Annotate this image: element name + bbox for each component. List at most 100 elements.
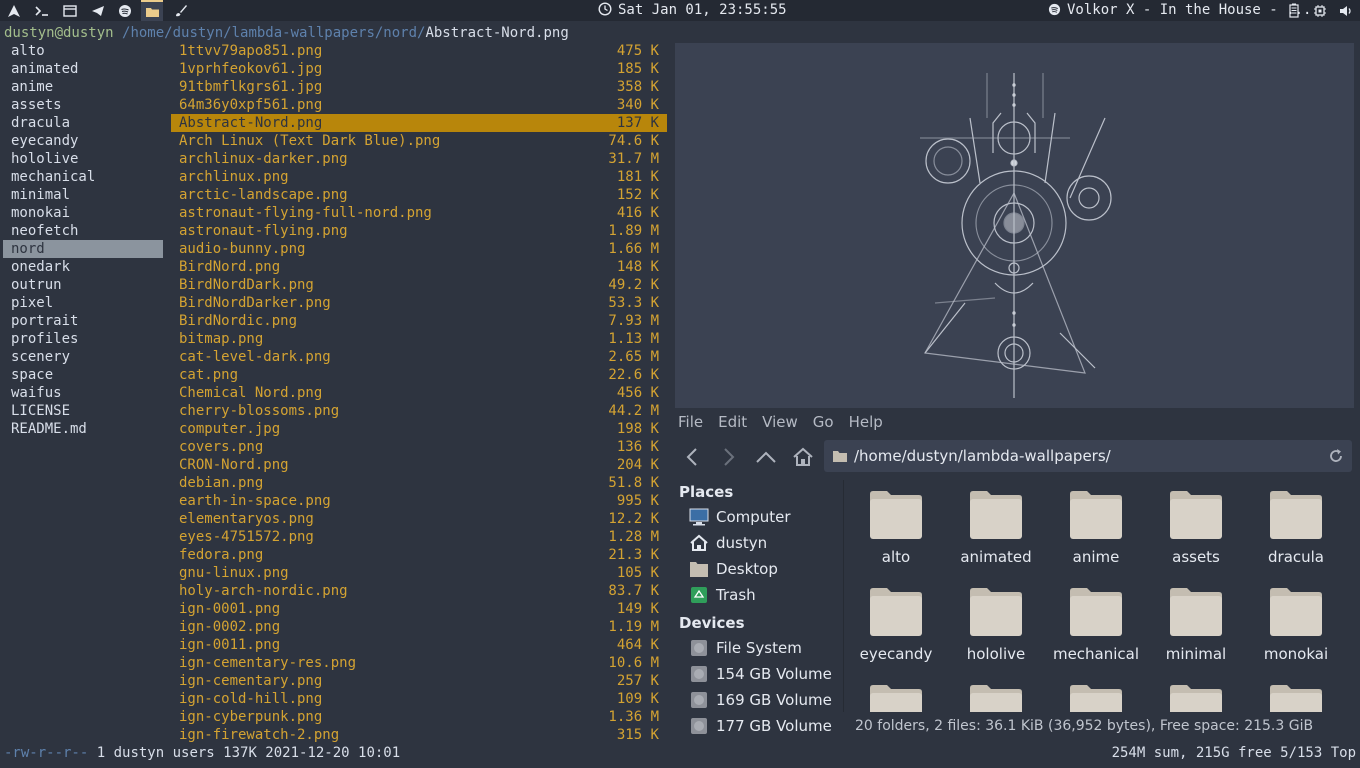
directory-item[interactable]: space <box>3 366 163 384</box>
spotify-icon[interactable] <box>114 0 136 21</box>
menu-edit[interactable]: Edit <box>718 413 747 431</box>
file-row[interactable]: Abstract-Nord.png 137 K <box>171 114 667 132</box>
volume-icon[interactable] <box>1335 0 1357 21</box>
directory-item[interactable]: scenery <box>3 348 163 366</box>
directory-item[interactable]: README.md <box>3 420 163 438</box>
file-row[interactable]: debian.png 51.8 K <box>171 474 667 492</box>
file-row[interactable]: ign-cyberpunk.png 1.36 M <box>171 708 667 726</box>
directory-item[interactable]: portrait <box>3 312 163 330</box>
forward-button[interactable] <box>716 444 742 470</box>
folder-item[interactable]: animated <box>946 490 1046 566</box>
home-button[interactable] <box>790 444 816 470</box>
directory-item[interactable]: minimal <box>3 186 163 204</box>
folder-item[interactable]: eyecandy <box>846 587 946 663</box>
file-row[interactable]: astronaut-flying.png 1.89 M <box>171 222 667 240</box>
folder-item[interactable] <box>1246 684 1346 712</box>
file-row[interactable]: holy-arch-nordic.png 83.7 K <box>171 582 667 600</box>
file-row[interactable]: BirdNordDark.png 49.2 K <box>171 276 667 294</box>
file-row[interactable]: audio-bunny.png 1.66 M <box>171 240 667 258</box>
file-row[interactable]: fedora.png 21.3 K <box>171 546 667 564</box>
directory-item[interactable]: waifus <box>3 384 163 402</box>
now-playing[interactable]: Volkor X - In the House - ... <box>1048 0 1311 21</box>
file-row[interactable]: ign-0002.png 1.19 M <box>171 618 667 636</box>
back-button[interactable] <box>679 444 705 470</box>
directory-item[interactable]: pixel <box>3 294 163 312</box>
directory-item[interactable]: eyecandy <box>3 132 163 150</box>
menu-file[interactable]: File <box>678 413 703 431</box>
file-row[interactable]: cherry-blossoms.png 44.2 M <box>171 402 667 420</box>
file-row[interactable]: 91tbmflkgrs61.jpg 358 K <box>171 78 667 96</box>
directory-item[interactable]: anime <box>3 78 163 96</box>
folder-item[interactable] <box>1146 684 1246 712</box>
directory-item[interactable]: dracula <box>3 114 163 132</box>
directory-item[interactable]: hololive <box>3 150 163 168</box>
file-row[interactable]: 1vprhfeokov61.jpg 185 K <box>171 60 667 78</box>
side-item-154-gb-volume[interactable]: 154 GB Volume <box>671 661 840 687</box>
side-item-trash[interactable]: Trash <box>671 582 840 608</box>
side-item-177-gb-volume[interactable]: 177 GB Volume <box>671 713 840 739</box>
file-row[interactable]: arctic-landscape.png 152 K <box>171 186 667 204</box>
file-row[interactable]: earth-in-space.png 995 K <box>171 492 667 510</box>
folder-item[interactable]: anime <box>1046 490 1146 566</box>
file-row[interactable]: ign-cold-hill.png 109 K <box>171 690 667 708</box>
arch-icon[interactable] <box>3 0 25 21</box>
menu-go[interactable]: Go <box>813 413 834 431</box>
directory-item[interactable]: onedark <box>3 258 163 276</box>
folder-item[interactable]: monokai <box>1246 587 1346 663</box>
file-row[interactable]: computer.jpg 198 K <box>171 420 667 438</box>
folder-icon[interactable] <box>141 0 163 21</box>
file-row[interactable]: ign-cementary.png 257 K <box>171 672 667 690</box>
folder-item[interactable]: mechanical <box>1046 587 1146 663</box>
directory-item[interactable]: profiles <box>3 330 163 348</box>
directory-item[interactable]: animated <box>3 60 163 78</box>
file-row[interactable]: BirdNordDarker.png 53.3 K <box>171 294 667 312</box>
side-item-file-system[interactable]: File System <box>671 635 840 661</box>
file-row[interactable]: bitmap.png 1.13 M <box>171 330 667 348</box>
side-item-computer[interactable]: Computer <box>671 504 840 530</box>
file-row[interactable]: Chemical Nord.png 456 K <box>171 384 667 402</box>
file-row[interactable]: astronaut-flying-full-nord.png 416 K <box>171 204 667 222</box>
file-row[interactable]: archlinux-darker.png 31.7 M <box>171 150 667 168</box>
menu-view[interactable]: View <box>762 413 798 431</box>
directory-item[interactable]: assets <box>3 96 163 114</box>
file-row[interactable]: ign-firewatch-2.png 315 K <box>171 726 667 744</box>
file-row[interactable]: Arch Linux (Text Dark Blue).png 74.6 K <box>171 132 667 150</box>
file-row[interactable]: ign-0011.png 464 K <box>171 636 667 654</box>
side-item-169-gb-volume[interactable]: 169 GB Volume <box>671 687 840 713</box>
file-row[interactable]: gnu-linux.png 105 K <box>171 564 667 582</box>
directory-item[interactable]: mechanical <box>3 168 163 186</box>
file-row[interactable]: elementaryos.png 12.2 K <box>171 510 667 528</box>
file-row[interactable]: covers.png 136 K <box>171 438 667 456</box>
telegram-icon[interactable] <box>87 0 109 21</box>
directory-item[interactable]: alto <box>3 42 163 60</box>
folder-item[interactable] <box>946 684 1046 712</box>
file-row[interactable]: cat.png 22.6 K <box>171 366 667 384</box>
folder-item[interactable]: hololive <box>946 587 1046 663</box>
file-row[interactable]: 1ttvv79apo851.png 475 K <box>171 42 667 60</box>
folder-item[interactable]: dracula <box>1246 490 1346 566</box>
directory-item[interactable]: neofetch <box>3 222 163 240</box>
side-item-dustyn[interactable]: dustyn <box>671 530 840 556</box>
file-row[interactable]: 64m36y0xpf561.png 340 K <box>171 96 667 114</box>
brush-icon[interactable] <box>170 0 192 21</box>
menu-help[interactable]: Help <box>849 413 883 431</box>
up-button[interactable] <box>753 444 779 470</box>
side-item-desktop[interactable]: Desktop <box>671 556 840 582</box>
folder-item[interactable] <box>846 684 946 712</box>
file-row[interactable]: archlinux.png 181 K <box>171 168 667 186</box>
folder-item[interactable]: minimal <box>1146 587 1246 663</box>
directory-item[interactable]: outrun <box>3 276 163 294</box>
file-row[interactable]: ign-cementary-res.png 10.6 M <box>171 654 667 672</box>
file-row[interactable]: cat-level-dark.png 2.65 M <box>171 348 667 366</box>
folder-item[interactable]: alto <box>846 490 946 566</box>
folder-item[interactable]: assets <box>1146 490 1246 566</box>
file-row[interactable]: CRON-Nord.png 204 K <box>171 456 667 474</box>
address-bar[interactable]: /home/dustyn/lambda-wallpapers/ <box>824 440 1352 472</box>
window-icon[interactable] <box>59 0 81 21</box>
directory-item[interactable]: nord <box>3 240 163 258</box>
terminal-icon[interactable] <box>31 0 53 21</box>
directory-item[interactable]: monokai <box>3 204 163 222</box>
directory-item[interactable]: LICENSE <box>3 402 163 420</box>
file-row[interactable]: ign-0001.png 149 K <box>171 600 667 618</box>
file-row[interactable]: BirdNord.png 148 K <box>171 258 667 276</box>
